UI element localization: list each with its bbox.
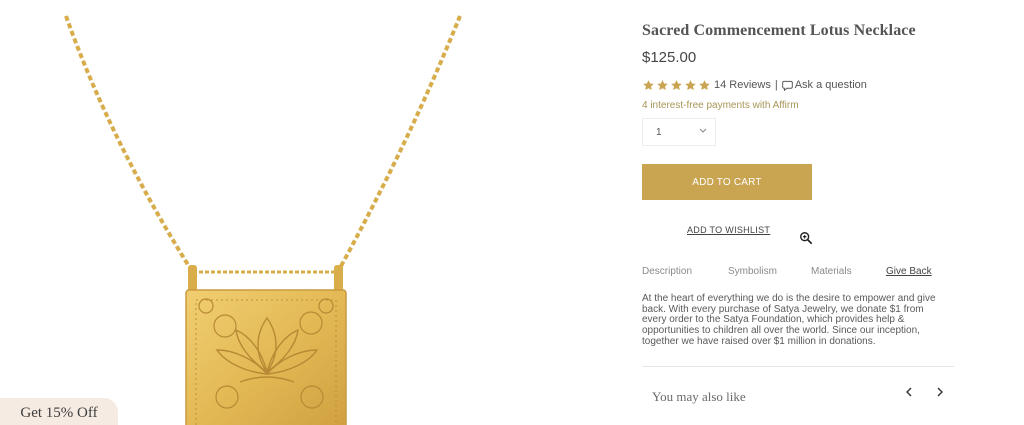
star-icon — [685, 79, 696, 90]
quantity-select[interactable]: 1 — [642, 118, 716, 146]
add-to-cart-button[interactable]: ADD TO CART — [642, 164, 812, 200]
reviews-link[interactable]: 14 Reviews — [714, 79, 771, 91]
chevron-down-icon — [699, 128, 707, 133]
chat-bubble-icon — [781, 80, 793, 91]
separator: | — [774, 79, 778, 91]
star-icon — [657, 79, 668, 90]
promo-label: Get 15% Off — [20, 404, 98, 421]
necklace-illustration — [64, 15, 462, 425]
star-rating[interactable] — [642, 79, 711, 92]
product-title: Sacred Commencement Lotus Necklace — [642, 22, 916, 39]
tab-symbolism[interactable]: Symbolism — [728, 266, 777, 277]
text-line: together we have raised over $1 million … — [642, 335, 876, 347]
chevron-right-icon[interactable] — [934, 386, 946, 398]
chain-right — [338, 15, 462, 269]
bail-right — [334, 265, 343, 293]
star-icon — [671, 79, 682, 90]
product-tabs: Description Symbolism Materials Give Bac… — [642, 266, 942, 280]
chain-left — [64, 15, 192, 270]
tab-materials[interactable]: Materials — [811, 266, 852, 277]
get-discount-tab[interactable]: Get 15% Off — [0, 398, 118, 425]
product-image[interactable] — [0, 0, 600, 425]
pendant — [185, 289, 347, 425]
product-details: Sacred Commencement Lotus Necklace $125.… — [642, 0, 982, 425]
tab-give-back[interactable]: Give Back — [886, 266, 932, 277]
ask-question-link[interactable]: Ask a question — [781, 79, 867, 91]
add-to-wishlist-link[interactable]: ADD TO WISHLIST — [687, 225, 770, 235]
rating-row: 14 Reviews | Ask a question — [642, 77, 867, 93]
star-icon — [699, 79, 710, 90]
affirm-message[interactable]: 4 interest-free payments with Affirm — [642, 100, 799, 111]
bail-left — [188, 265, 197, 293]
ask-question-label: Ask a question — [794, 79, 867, 91]
star-icon — [643, 79, 654, 90]
recommendations-title: You may also like — [652, 389, 746, 404]
give-back-text: At the heart of everything we do is the … — [642, 293, 954, 348]
tab-description[interactable]: Description — [642, 266, 692, 277]
zoom-in-icon[interactable] — [799, 231, 813, 245]
quantity-value: 1 — [656, 126, 662, 138]
divider — [642, 366, 954, 367]
chevron-left-icon[interactable] — [903, 386, 915, 398]
product-price: $125.00 — [642, 49, 697, 66]
